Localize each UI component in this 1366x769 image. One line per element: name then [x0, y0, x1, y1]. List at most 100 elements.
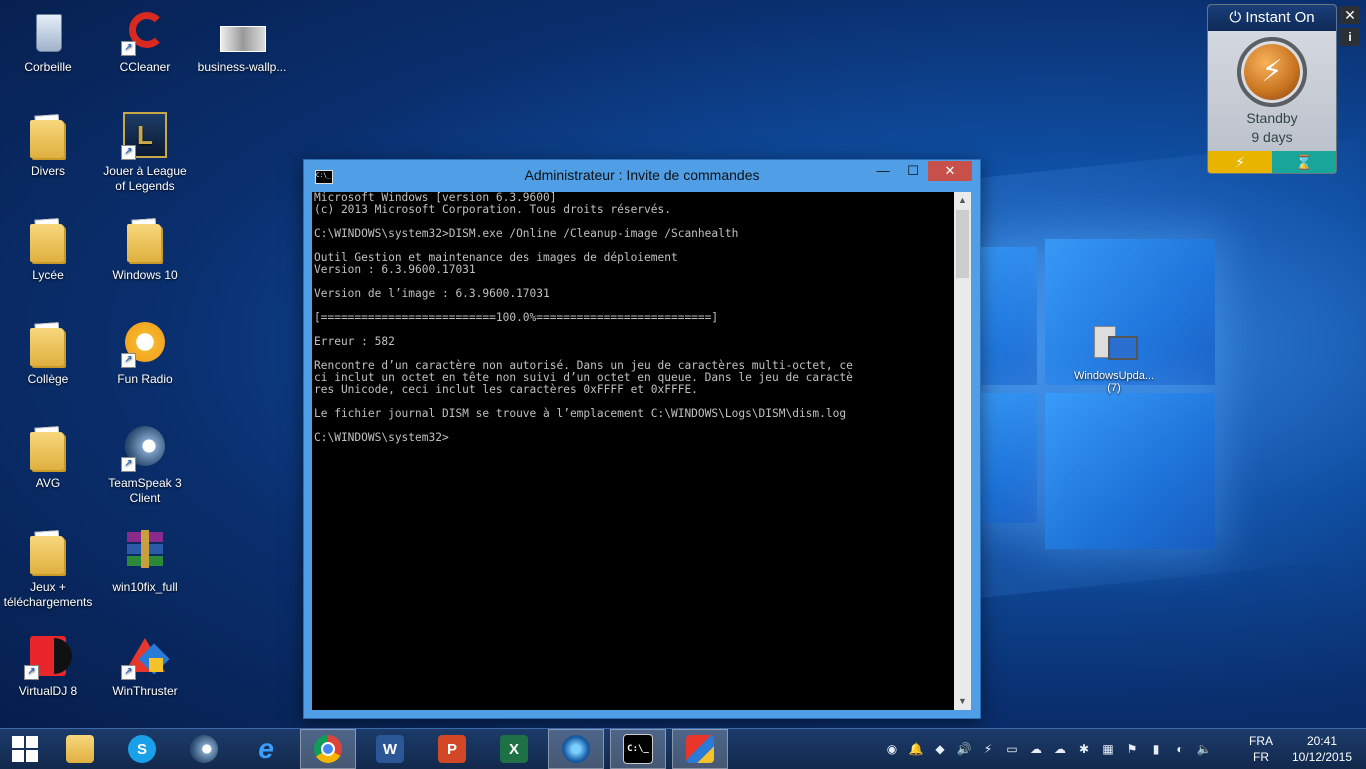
windows-start-icon	[12, 736, 38, 762]
winthruster-icon	[686, 735, 714, 763]
skype-icon: S	[128, 735, 156, 763]
desktop-icon-virtualdj[interactable]: ↗ VirtualDJ 8	[0, 632, 96, 699]
ccleaner-icon: ↗	[121, 8, 169, 56]
excel-icon: X	[500, 735, 528, 763]
shortcut-arrow-icon: ↗	[121, 457, 136, 472]
shortcut-arrow-icon: ↗	[24, 665, 39, 680]
taskbar-avg[interactable]	[548, 729, 604, 769]
desktop-icon-business-wallpaper[interactable]: business-wallp...	[194, 8, 290, 75]
lightning-icon[interactable]: ⚡	[1208, 151, 1272, 173]
taskbar-internet-explorer[interactable]: e	[238, 729, 294, 769]
winthruster-icon: ↗	[121, 632, 170, 680]
taskbar-excel[interactable]: X	[486, 729, 542, 769]
tray-bluetooth-icon[interactable]: ✱	[1076, 741, 1092, 757]
taskbar-command-prompt[interactable]: C:\_	[610, 729, 666, 769]
folder-icon	[121, 216, 169, 264]
minimize-button[interactable]: —	[868, 161, 898, 181]
desktop-icon-league-of-legends[interactable]: L ↗ Jouer à League of Legends	[97, 112, 193, 194]
scroll-down-arrow-icon[interactable]: ▼	[954, 693, 971, 710]
scroll-thumb[interactable]	[956, 210, 969, 278]
shortcut-arrow-icon: ↗	[121, 353, 136, 368]
tray-audio-icon[interactable]: 🔊	[956, 741, 972, 757]
tray-cloud-icon[interactable]: ☁	[1028, 741, 1044, 757]
tray-onedrive-icon[interactable]: ☁	[1052, 741, 1068, 757]
shortcut-arrow-icon: ↗	[121, 145, 136, 160]
close-button[interactable]: ✕	[928, 161, 972, 181]
instant-on-gadget[interactable]: ⏻ Instant On ⚡ Standby 9 days ⚡ ⌛	[1207, 4, 1337, 174]
tray-display-icon[interactable]: ▭	[1004, 741, 1020, 757]
desktop-icon-windows10[interactable]: Windows 10	[97, 216, 193, 283]
command-prompt-window[interactable]: C:\_ Administrateur : Invite de commande…	[303, 159, 981, 719]
gadget-header: ⏻ Instant On	[1208, 5, 1336, 31]
word-icon: W	[376, 735, 404, 763]
gadget-close-button[interactable]: ✕	[1340, 6, 1360, 24]
folder-icon	[24, 528, 72, 576]
system-tray: ◉ 🔔 ◆ 🔊 ⚡ ▭ ☁ ☁ ✱ ▦ ⚑ ▮ ◐ 🔈	[878, 729, 1238, 769]
tray-volume-icon[interactable]: 🔈	[1196, 741, 1212, 757]
taskbar-file-explorer[interactable]	[52, 729, 108, 769]
console-line: Version : 6.3.9600.17031	[314, 263, 476, 276]
teamspeak-icon	[190, 735, 218, 763]
folder-icon	[24, 424, 72, 472]
tray-ccleaner-icon[interactable]: ◆	[932, 741, 948, 757]
desktop-icon-windows-update[interactable]: WindowsUpda... (7)	[1068, 322, 1160, 394]
desktop-icon-divers[interactable]: Divers	[0, 112, 96, 179]
gadget-state: Standby	[1246, 110, 1298, 126]
desktop-icon-avg[interactable]: AVG	[0, 424, 96, 491]
taskbar-chrome[interactable]	[300, 729, 356, 769]
league-of-legends-icon: L ↗	[121, 112, 169, 160]
console-line: res Unicode, ceci inclut les caractères …	[314, 383, 698, 396]
desktop-icon-win10fix[interactable]: win10fix_full	[97, 528, 193, 595]
winrar-archive-icon	[121, 528, 169, 576]
desktop-icon-jeux[interactable]: Jeux + téléchargements	[0, 528, 96, 610]
folder-icon	[24, 320, 72, 368]
window-titlebar[interactable]: C:\_ Administrateur : Invite de commande…	[304, 160, 980, 192]
language-indicator[interactable]: FRA FR	[1248, 733, 1274, 765]
virtualdj-icon: ↗	[24, 632, 72, 680]
console-line: C:\WINDOWS\system32>DISM.exe /Online /Cl…	[314, 227, 739, 240]
desktop-icon-college[interactable]: Collège	[0, 320, 96, 387]
console-output[interactable]: Microsoft Windows [version 6.3.9600] (c)…	[312, 192, 954, 710]
gadget-info-button[interactable]: i	[1340, 28, 1360, 46]
shortcut-arrow-icon: ↗	[121, 41, 136, 56]
shortcut-arrow-icon: ↗	[121, 665, 136, 680]
tray-usb-icon[interactable]: ⚡	[980, 741, 996, 757]
tray-chrome-icon[interactable]: ◉	[884, 741, 900, 757]
start-button[interactable]	[0, 729, 50, 769]
teamspeak-icon: ↗	[121, 424, 169, 472]
console-line: Erreur : 582	[314, 335, 395, 348]
desktop-icon-fun-radio[interactable]: ↗ Fun Radio	[97, 320, 193, 387]
taskbar-powerpoint[interactable]: P	[424, 729, 480, 769]
desktop-icon-winthruster[interactable]: ↗ WinThruster	[97, 632, 193, 699]
tray-battery-icon[interactable]: ◐	[1172, 741, 1188, 757]
desktop-icon-ccleaner[interactable]: ↗ CCleaner	[97, 8, 193, 75]
taskbar-skype[interactable]: S	[114, 729, 170, 769]
file-explorer-icon	[66, 735, 94, 763]
hourglass-icon[interactable]: ⌛	[1272, 151, 1336, 173]
taskbar-word[interactable]: W	[362, 729, 418, 769]
fun-radio-icon: ↗	[121, 320, 169, 368]
internet-explorer-icon: e	[258, 733, 274, 764]
desktop-icon-lycee[interactable]: Lycée	[0, 216, 96, 283]
taskbar: S e W P X C:\_ ◉ 🔔 ◆ 🔊 ⚡ ▭ ☁ ☁ ✱ ▦ ⚑ ▮ ◐…	[0, 728, 1366, 769]
taskbar-winthruster[interactable]	[672, 729, 728, 769]
scroll-up-arrow-icon[interactable]: ▲	[954, 192, 971, 209]
avg-icon	[562, 735, 590, 763]
lightning-orb-icon[interactable]: ⚡	[1237, 37, 1307, 107]
desktop-icon-teamspeak[interactable]: ↗ TeamSpeak 3 Client	[97, 424, 193, 506]
chrome-icon	[314, 735, 342, 763]
tray-flag-icon[interactable]: ⚑	[1124, 741, 1140, 757]
tray-notification-icon[interactable]: 🔔	[908, 741, 924, 757]
console-line: C:\WINDOWS\system32>	[314, 431, 449, 444]
taskbar-teamspeak[interactable]	[176, 729, 232, 769]
system-clock[interactable]: 20:41 10/12/2015	[1282, 733, 1362, 765]
image-file-icon	[218, 8, 266, 56]
console-line: Le fichier journal DISM se trouve à l’em…	[314, 407, 847, 420]
tray-network-icon[interactable]: ▦	[1100, 741, 1116, 757]
desktop-icon-corbeille[interactable]: Corbeille	[0, 8, 96, 75]
vertical-scrollbar[interactable]: ▲ ▼	[954, 192, 971, 710]
tray-signal-icon[interactable]: ▮	[1148, 741, 1164, 757]
windows-update-icon	[1092, 322, 1138, 366]
maximize-button[interactable]: ☐	[898, 161, 928, 181]
console-line: (c) 2013 Microsoft Corporation. Tous dro…	[314, 203, 671, 216]
